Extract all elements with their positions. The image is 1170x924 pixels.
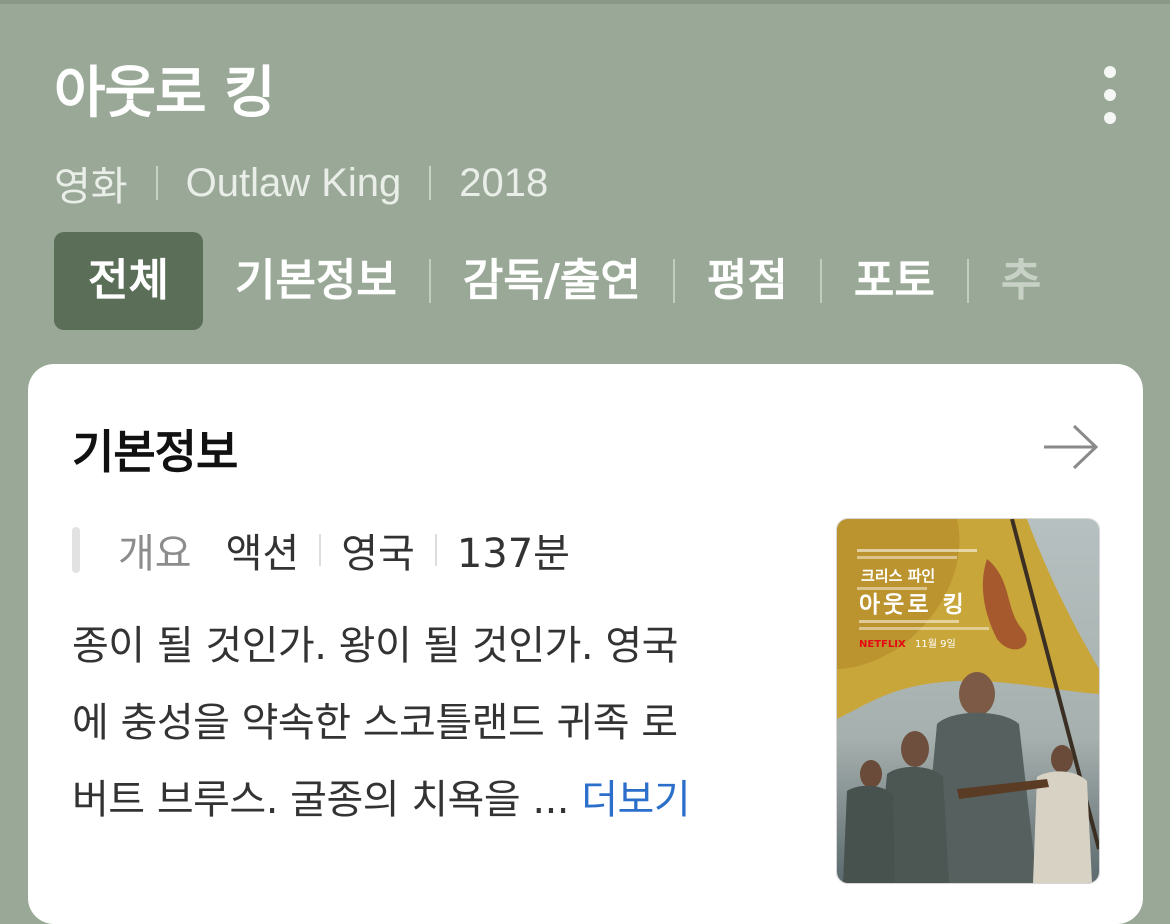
card-title: 기본정보 [72,425,238,479]
synopsis: 종이 될 것인가. 왕이 될 것인가. 영국 에 충성을 약속한 스코틀랜드 귀… [72,608,812,839]
tab-all[interactable]: 전체 [54,232,203,330]
meta-type: 영화 [54,165,128,209]
title-meta: 영화 Outlaw King 2018 [54,156,548,210]
tab-ratings[interactable]: 평점 [675,232,820,330]
overview-row: 개요 액션 영국 137분 [72,520,570,580]
tab-bar: 전체 기본정보 감독/출연 평점 포토 추 [54,232,1041,330]
tab-director-cast[interactable]: 감독/출연 [431,232,673,330]
tag-divider [434,534,437,566]
page-title: 아웃로 킹 [54,61,276,126]
tab-basic-info[interactable]: 기본정보 [203,232,429,330]
tag-divider [319,534,322,566]
movie-poster[interactable]: 크리스 파인 아웃로 킹 NETFLIX 11월 9일 [836,518,1100,884]
more-vertical-icon-dot [1104,89,1116,101]
poster-date: 11월 9일 [915,638,956,650]
synopsis-line-text: 버트 브루스. 굴종의 치욕을 ... [72,777,570,823]
synopsis-line: 버트 브루스. 굴종의 치욕을 ... 더보기 [72,762,812,839]
synopsis-line: 종이 될 것인가. 왕이 될 것인가. 영국 [72,623,678,669]
more-vertical-icon [1104,66,1116,78]
poster-title: 아웃로 킹 [859,592,967,618]
meta-divider [155,166,158,200]
more-vertical-icon-dot [1104,112,1116,124]
meta-divider [429,166,432,200]
overview-bar [72,527,80,573]
tab-photos[interactable]: 포토 [822,232,967,330]
basic-info-card: 기본정보 개요 액션 영국 137분 종이 될 것인가. 왕이 될 것인가. 영… [28,364,1143,924]
poster-image: 크리스 파인 아웃로 킹 NETFLIX 11월 9일 [837,519,1099,883]
meta-original-title: Outlaw King [185,160,402,205]
poster-brand: NETFLIX [859,639,906,650]
genre-tag: 액션 [225,531,300,577]
more-menu-button[interactable] [1092,66,1128,126]
overview-label: 개요 [118,531,192,577]
synopsis-line: 에 충성을 약속한 스코틀랜드 귀족 로 [72,700,678,746]
runtime-tag: 137분 [456,531,570,577]
country-tag: 영국 [341,531,415,577]
more-link[interactable]: 더보기 [581,777,690,823]
top-divider [0,0,1170,4]
arrow-right-icon[interactable] [1042,424,1100,470]
meta-year: 2018 [459,160,549,205]
tab-partial[interactable]: 추 [969,232,1041,330]
poster-actor: 크리스 파인 [861,567,935,585]
